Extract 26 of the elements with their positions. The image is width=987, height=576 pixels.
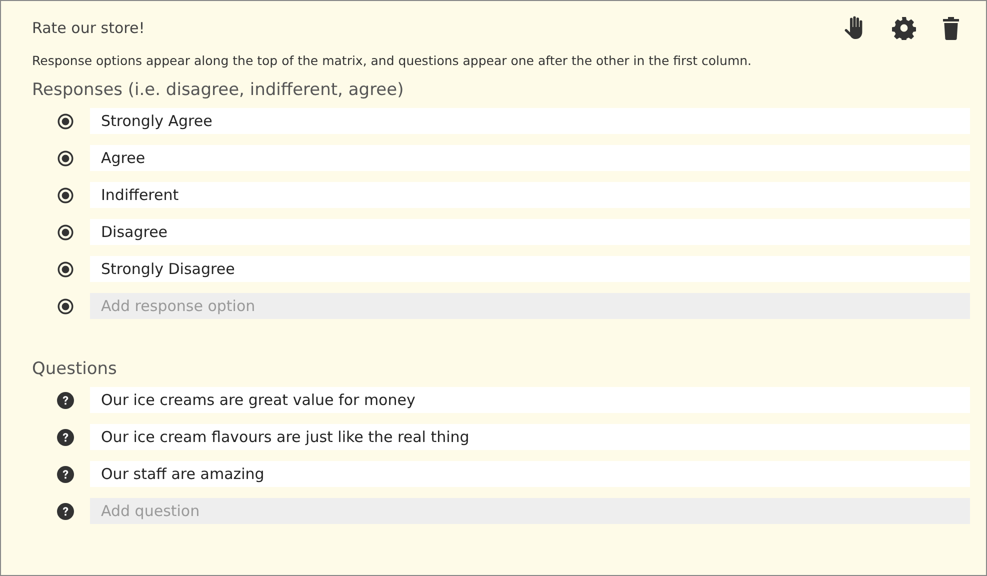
radio-icon[interactable] — [57, 260, 74, 278]
input-field[interactable]: Our staff are amazing — [90, 461, 970, 487]
input-field[interactable]: Add question — [90, 498, 970, 524]
help-icon — [57, 392, 74, 408]
help-icon — [57, 428, 74, 446]
radio-icon[interactable] — [57, 224, 74, 240]
input-field[interactable]: Our ice cream flavours are just like the real thing — [90, 424, 970, 450]
section-heading: Questions — [32, 359, 118, 379]
input-field[interactable]: Strongly Agree — [90, 108, 970, 134]
input-field[interactable]: Our ice creams are great value for money — [90, 387, 970, 413]
radio-icon[interactable] — [57, 298, 74, 314]
settings-icon[interactable] — [892, 16, 916, 40]
input-field[interactable]: Indifferent — [90, 182, 970, 208]
description-text: Response options appear along the top of the matrix, and questions appear one after the other in the first column. — [32, 53, 753, 68]
radio-icon[interactable] — [57, 186, 74, 204]
input-field[interactable]: Disagree — [90, 219, 970, 245]
input-field[interactable]: Agree — [90, 145, 970, 171]
input-field[interactable]: Add response option — [90, 293, 970, 319]
radio-icon[interactable] — [57, 112, 74, 130]
input-field[interactable]: Strongly Disagree — [90, 256, 970, 282]
help-icon — [57, 466, 74, 482]
delete-icon[interactable] — [942, 16, 960, 40]
section-heading: Responses (i.e. disagree, indifferent, agree) — [32, 80, 405, 100]
radio-icon[interactable] — [57, 150, 74, 166]
survey-title: Rate our store! — [32, 19, 145, 37]
help-icon — [57, 502, 74, 520]
